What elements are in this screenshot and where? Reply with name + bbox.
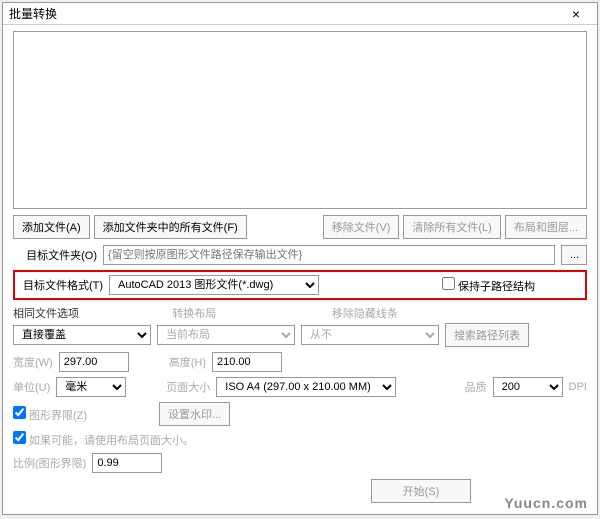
footer-row: 开始(S) bbox=[13, 479, 587, 503]
browse-button[interactable]: ... bbox=[561, 245, 587, 265]
width-input[interactable] bbox=[59, 352, 129, 372]
dimensions-row: 宽度(W) 高度(H) bbox=[13, 352, 587, 372]
keep-path-checkbox-label[interactable]: 保持子路径结构 bbox=[442, 277, 535, 294]
target-folder-label: 目标文件夹(O) bbox=[13, 247, 97, 263]
quality-select[interactable]: 200 bbox=[493, 377, 563, 397]
batch-convert-dialog: 批量转换 × 添加文件(A) 添加文件夹中的所有文件(F) 移除文件(V) 清除… bbox=[2, 2, 598, 515]
width-label: 宽度(W) bbox=[13, 354, 53, 370]
options-row: 直接覆盖 当前布局 从不 搜索路径列表 bbox=[13, 323, 587, 347]
titlebar: 批量转换 × bbox=[3, 3, 597, 25]
drawing-limit-checkbox[interactable] bbox=[13, 406, 26, 419]
target-format-label: 目标文件格式(T) bbox=[19, 277, 103, 293]
drawing-limit-row: 图形界限(Z) 设置水印... bbox=[13, 402, 587, 426]
dialog-title: 批量转换 bbox=[9, 5, 561, 22]
unit-row: 单位(U) 毫米 页面大小 ISO A4 (297.00 x 210.00 MM… bbox=[13, 377, 587, 397]
unit-select[interactable]: 毫米 bbox=[56, 377, 126, 397]
convert-layout-select[interactable]: 当前布局 bbox=[157, 325, 295, 345]
same-file-select[interactable]: 直接覆盖 bbox=[13, 325, 151, 345]
same-file-label: 相同文件选项 bbox=[13, 305, 172, 321]
scale-input[interactable] bbox=[92, 453, 162, 473]
watermark-text: Yuucn.com bbox=[504, 495, 588, 511]
remove-hidden-select[interactable]: 从不 bbox=[301, 325, 439, 345]
target-format-row: 目标文件格式(T) AutoCAD 2013 图形文件(*.dwg) 保持子路径… bbox=[13, 270, 587, 300]
target-folder-row: 目标文件夹(O) ... bbox=[13, 245, 587, 265]
scale-row: 比例(图形界限) bbox=[13, 453, 587, 473]
page-size-select[interactable]: ISO A4 (297.00 x 210.00 MM) bbox=[216, 377, 396, 397]
start-button[interactable]: 开始(S) bbox=[371, 479, 471, 503]
target-folder-input[interactable] bbox=[103, 245, 555, 265]
use-layout-checkbox-label[interactable]: 如果可能，请使用布局页面大小。 bbox=[13, 431, 194, 448]
add-file-button[interactable]: 添加文件(A) bbox=[13, 215, 90, 239]
add-folder-button[interactable]: 添加文件夹中的所有文件(F) bbox=[94, 215, 247, 239]
remove-file-button[interactable]: 移除文件(V) bbox=[323, 215, 400, 239]
remove-hidden-label: 移除隐藏线条 bbox=[332, 305, 491, 321]
height-label: 高度(H) bbox=[169, 354, 206, 370]
clear-all-button[interactable]: 清除所有文件(L) bbox=[403, 215, 500, 239]
page-size-label: 页面大小 bbox=[166, 379, 210, 395]
target-format-select[interactable]: AutoCAD 2013 图形文件(*.dwg) bbox=[109, 275, 319, 295]
dpi-label: DPI bbox=[569, 381, 587, 393]
section-labels: 相同文件选项 转换布局 移除隐藏线条 bbox=[13, 305, 587, 321]
convert-layout-label: 转换布局 bbox=[172, 305, 331, 321]
scale-label: 比例(图形界限) bbox=[13, 455, 86, 471]
close-icon[interactable]: × bbox=[561, 6, 591, 22]
drawing-limit-checkbox-label[interactable]: 图形界限(Z) bbox=[13, 406, 87, 423]
quality-label: 品质 bbox=[465, 379, 487, 395]
layout-layer-button[interactable]: 布局和图层... bbox=[505, 215, 587, 239]
use-layout-checkbox[interactable] bbox=[13, 431, 26, 444]
file-list[interactable] bbox=[13, 31, 587, 209]
keep-path-checkbox[interactable] bbox=[442, 277, 455, 290]
search-paths-button[interactable]: 搜索路径列表 bbox=[445, 323, 529, 347]
content-area: 添加文件(A) 添加文件夹中的所有文件(F) 移除文件(V) 清除所有文件(L)… bbox=[3, 25, 597, 514]
file-buttons-row: 添加文件(A) 添加文件夹中的所有文件(F) 移除文件(V) 清除所有文件(L)… bbox=[13, 215, 587, 239]
height-input[interactable] bbox=[212, 352, 282, 372]
use-layout-row: 如果可能，请使用布局页面大小。 bbox=[13, 431, 587, 448]
unit-label: 单位(U) bbox=[13, 379, 50, 395]
set-watermark-button[interactable]: 设置水印... bbox=[159, 402, 230, 426]
